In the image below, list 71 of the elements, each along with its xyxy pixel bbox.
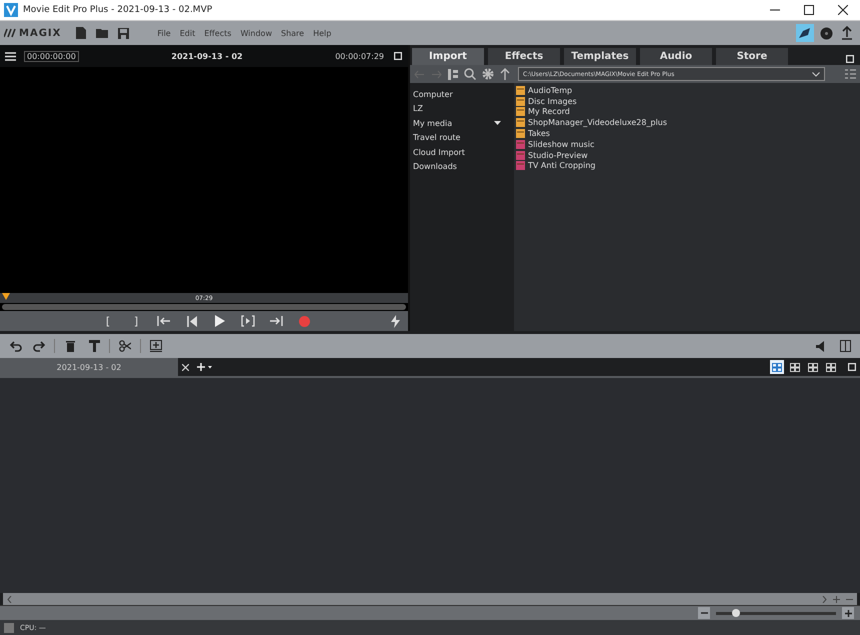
marker-button[interactable]: ] <box>129 313 143 329</box>
play-icon[interactable] <box>213 313 227 329</box>
settings-icon[interactable] <box>482 68 494 80</box>
media-tab[interactable]: Import <box>412 48 484 65</box>
chevron-down-icon[interactable] <box>812 72 820 76</box>
timecode-end: 00:00:07:29 <box>335 52 384 60</box>
folder-entry[interactable]: Studio-Preview <box>516 150 858 161</box>
play-range-icon[interactable] <box>241 313 255 329</box>
sidebar-item[interactable]: Computer <box>413 87 511 102</box>
list-view-icon[interactable] <box>845 69 856 79</box>
folder-entry[interactable]: TV Anti Cropping <box>516 160 858 172</box>
folder-entry[interactable]: Takes <box>516 128 858 139</box>
sidebar-item[interactable]: LZ <box>413 102 511 116</box>
menu-item[interactable]: Window <box>240 28 272 38</box>
folder-entry[interactable]: Disc Images <box>516 96 858 107</box>
minus-icon[interactable] <box>700 612 708 614</box>
sidebar-item[interactable]: Cloud Import <box>413 145 511 160</box>
horizontal-scrollbar[interactable] <box>3 593 857 605</box>
add-tab-icon[interactable] <box>197 363 212 371</box>
sidebar-item[interactable]: Downloads <box>413 160 511 174</box>
menu-item[interactable]: Effects <box>204 28 232 38</box>
plus-icon[interactable] <box>844 610 852 616</box>
folder-entry[interactable]: My Record <box>516 106 858 118</box>
zoom-slider[interactable] <box>716 612 836 614</box>
maximize-icon[interactable] <box>844 53 856 65</box>
app-icon <box>4 3 18 17</box>
slider-thumb[interactable] <box>732 609 740 617</box>
dropdown-caret-icon[interactable] <box>494 121 501 126</box>
tree-icon[interactable] <box>448 68 458 80</box>
timecode-start: 00:00:00:00 <box>24 50 79 62</box>
view-mode-button[interactable] <box>824 360 838 374</box>
zoom-out-button[interactable] <box>698 607 710 619</box>
pen-icon[interactable] <box>796 24 814 42</box>
scroll-right-icon[interactable] <box>822 596 827 602</box>
up-arrow-icon[interactable] <box>500 68 510 80</box>
slashes-icon <box>4 28 16 38</box>
menu-icon[interactable] <box>4 50 16 62</box>
sidebar-item[interactable]: My media <box>413 116 511 130</box>
status-icon <box>4 622 14 632</box>
search-icon[interactable] <box>464 68 476 80</box>
view-mode-button[interactable] <box>788 360 802 374</box>
project-name: 2021-09-13 - 02 <box>170 52 244 60</box>
lightning-icon[interactable] <box>388 313 402 329</box>
scroll-left-icon[interactable] <box>7 596 12 602</box>
folder-entry[interactable]: ShopManager_Videodeluxe28_plus <box>516 117 858 128</box>
insert-icon[interactable] <box>147 337 165 355</box>
marker-button[interactable]: [ <box>101 313 115 329</box>
playhead-icon[interactable] <box>2 293 10 300</box>
jump-right-icon[interactable] <box>269 313 283 329</box>
skip-back-icon[interactable] <box>185 313 199 329</box>
plus-icon[interactable] <box>833 596 840 602</box>
window-title: Movie Edit Pro Plus - 2021-09-13 - 02.MVP <box>23 5 212 15</box>
menu-item[interactable]: Edit <box>180 28 196 38</box>
view-mode-button[interactable] <box>806 360 820 374</box>
menu-item[interactable]: Share <box>280 28 304 38</box>
zoom-in-button[interactable] <box>842 607 854 619</box>
sidebar-item[interactable]: Travel route <box>413 130 511 145</box>
folder-entry[interactable]: AudioTemp <box>516 85 858 96</box>
folder-entry[interactable]: Slideshow music <box>516 138 858 150</box>
media-tab[interactable]: Audio <box>640 48 712 65</box>
close-icon[interactable] <box>838 5 848 15</box>
magix-logo: MAGIX <box>19 28 62 38</box>
jump-left-icon[interactable] <box>157 313 171 329</box>
media-tab[interactable]: Templates <box>564 48 636 65</box>
project-tab[interactable]: 2021-09-13 - 02 <box>0 358 178 376</box>
maximize-icon[interactable] <box>804 5 814 15</box>
menu-item[interactable]: Help <box>313 28 332 38</box>
maximize-icon[interactable] <box>392 50 404 62</box>
media-tab[interactable]: Effects <box>488 48 560 65</box>
menu-item[interactable]: File <box>157 28 171 38</box>
media-tab[interactable]: Store <box>716 48 788 65</box>
